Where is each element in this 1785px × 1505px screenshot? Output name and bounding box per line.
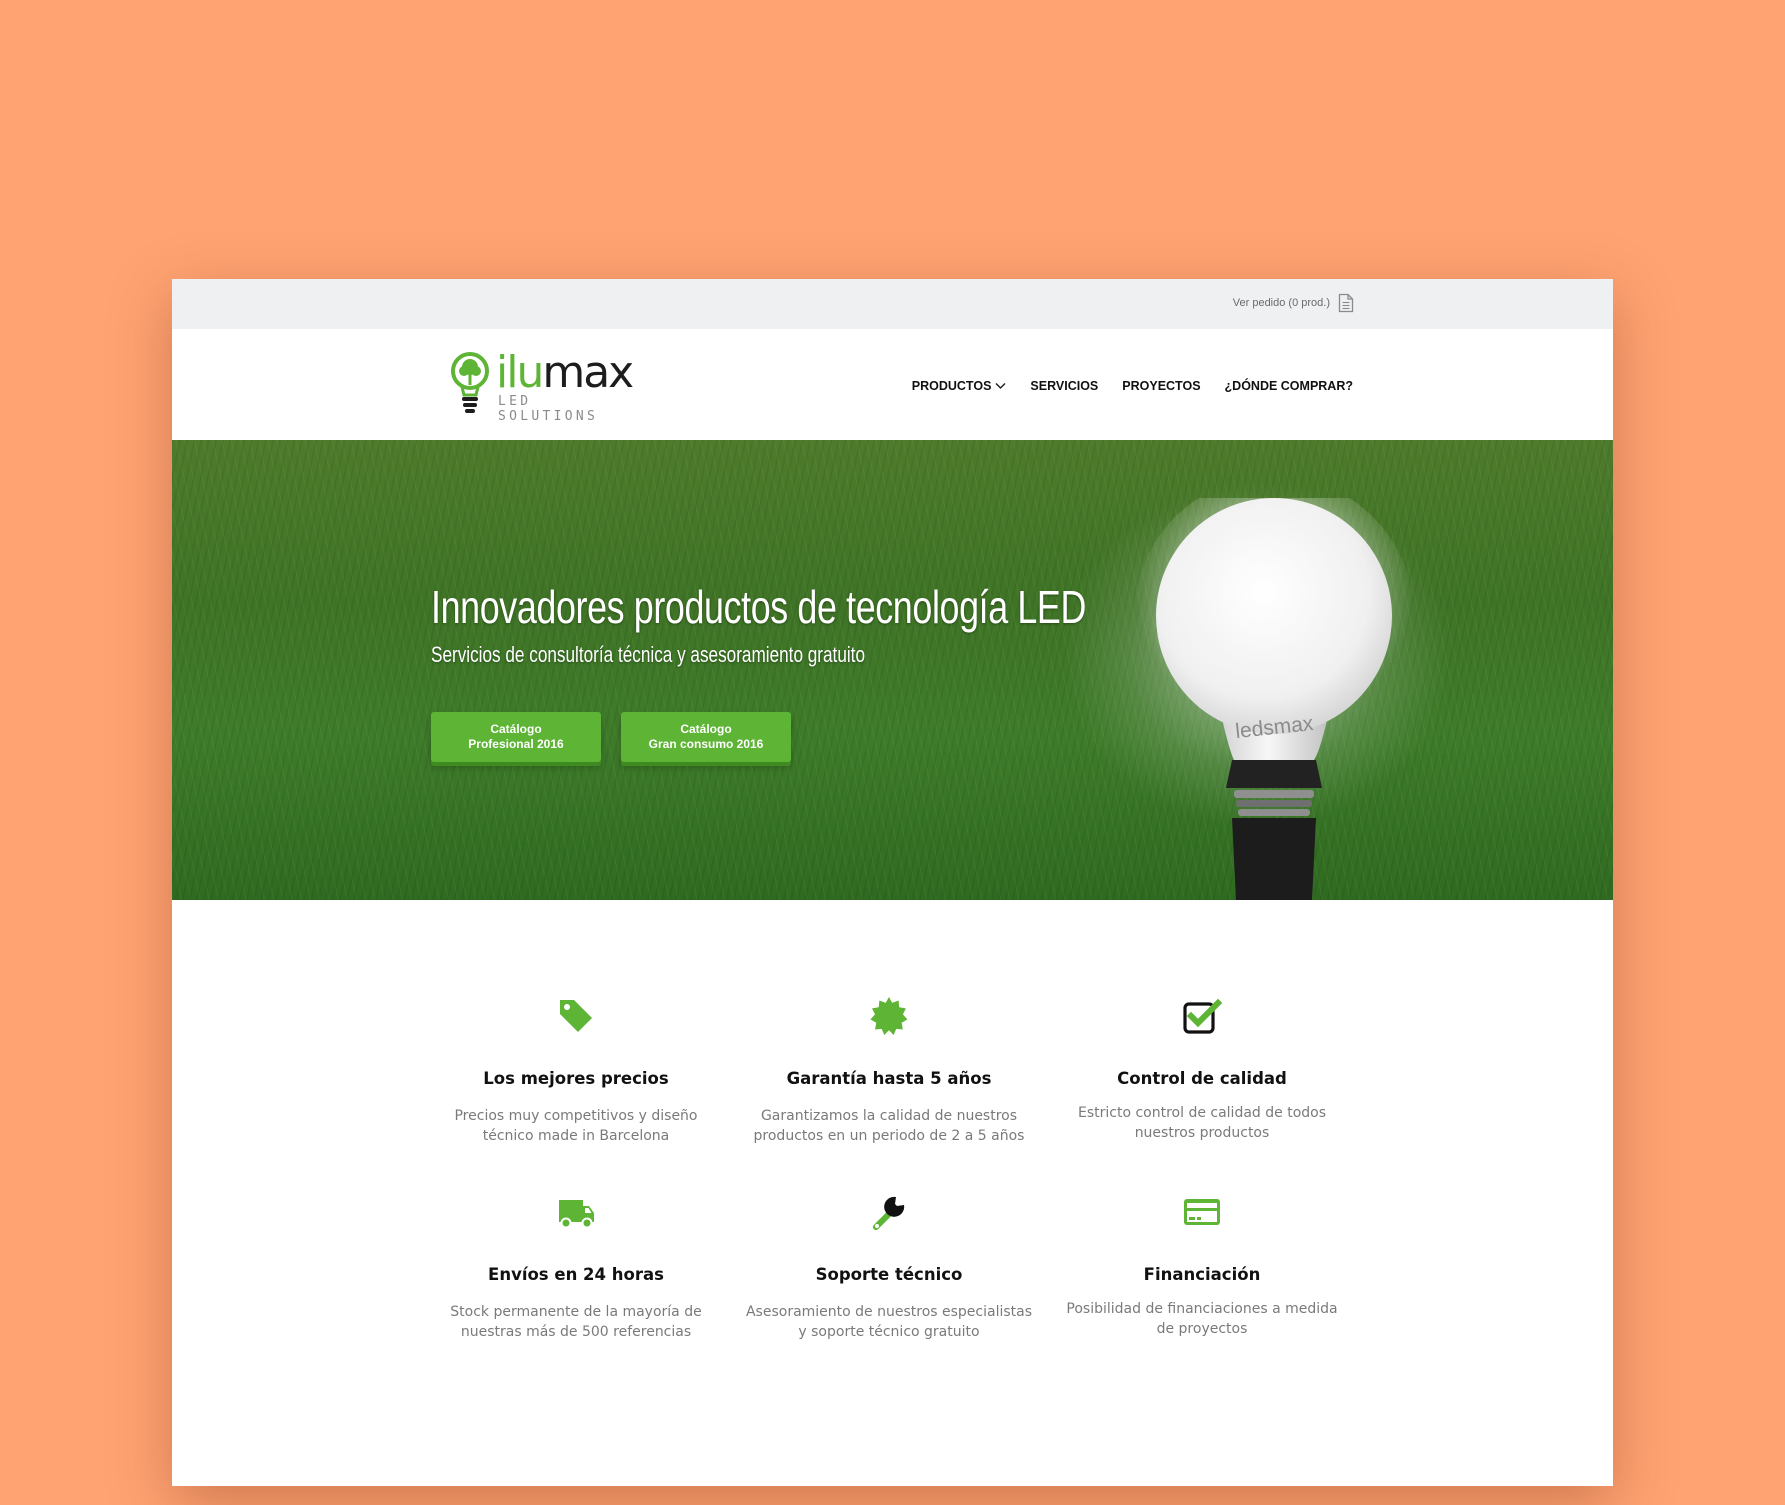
catalog-consumer-button[interactable]: Catálogo Gran consumo 2016 [621, 712, 791, 762]
logo-word-green: ilu [496, 347, 544, 398]
button-line-2: Gran consumo 2016 [648, 737, 764, 751]
feature-technical-support: Soporte técnico Asesoramiento de nuestro… [744, 1192, 1034, 1340]
logo-wordmark: ilumax [496, 347, 634, 398]
feature-text: Stock permanente de la mayoría de nuestr… [450, 1304, 702, 1340]
feature-text: Asesoramiento de nuestros especialistas … [745, 1304, 1033, 1340]
feature-title: Los mejores precios [483, 1069, 669, 1088]
document-icon [1338, 293, 1354, 313]
chevron-down-icon [995, 379, 1006, 393]
logo-word-dark: max [542, 347, 634, 398]
feature-title: Soporte técnico [815, 1265, 963, 1284]
logo-tagline: LED SOLUTIONS [498, 394, 599, 424]
site-header: ilumax LED SOLUTIONS PRODUCTOS SERVICIOS… [172, 329, 1613, 440]
nav-item-donde-comprar[interactable]: ¿DÓNDE COMPRAR? [1225, 379, 1353, 393]
nav-item-label: ¿DÓNDE COMPRAR? [1224, 379, 1353, 393]
feature-shipping: Envíos en 24 horas Stock permanente de l… [431, 1192, 721, 1340]
view-order-link[interactable]: Ver pedido (0 prod.) [1233, 293, 1354, 313]
feature-warranty: Garantía hasta 5 años Garantizamos la ca… [744, 996, 1034, 1144]
feature-text: Posibilidad de financiaciones a medida d… [1066, 1301, 1338, 1337]
button-line-2: Profesional 2016 [468, 737, 564, 751]
feature-text: Precios muy competitivos y diseño técnic… [454, 1108, 698, 1144]
badge-icon [869, 996, 909, 1036]
nav-item-proyectos[interactable]: PROYECTOS [1122, 379, 1200, 393]
nav-item-productos[interactable]: PRODUCTOS [912, 379, 1007, 393]
feature-quality-control: Control de calidad Estricto control de c… [1057, 996, 1347, 1141]
button-line-1: Catálogo [680, 722, 732, 736]
credit-card-icon [1182, 1192, 1222, 1232]
checkbox-icon [1182, 996, 1223, 1036]
wrench-icon [869, 1192, 909, 1232]
hero-banner: Innovadores productos de tecnología LED … [172, 440, 1613, 900]
hero-subtitle: Servicios de consultoría técnica y aseso… [431, 642, 865, 667]
truck-icon [556, 1192, 596, 1232]
nav-item-label: PROYECTOS [1122, 379, 1201, 393]
nav-item-label: PRODUCTOS [911, 379, 992, 393]
feature-title: Control de calidad [1117, 1069, 1287, 1088]
catalog-professional-button[interactable]: Catálogo Profesional 2016 [431, 712, 601, 762]
feature-title: Envíos en 24 horas [488, 1265, 664, 1284]
tag-icon [556, 996, 596, 1036]
nav-item-label: SERVICIOS [1030, 379, 1099, 393]
view-order-label: Ver pedido (0 prod.) [1232, 297, 1330, 309]
feature-title: Financiación [1143, 1265, 1261, 1284]
button-line-1: Catálogo [490, 722, 542, 736]
feature-title: Garantía hasta 5 años [786, 1069, 992, 1088]
browser-page: Ver pedido (0 prod.) ilumax LED SOLUTION… [172, 279, 1613, 1486]
main-nav: PRODUCTOS SERVICIOS PROYECTOS ¿DÓNDE COM… [912, 379, 1353, 393]
feature-best-prices: Los mejores precios Precios muy competit… [431, 996, 721, 1144]
feature-financing: Financiación Posibilidad de financiacion… [1057, 1192, 1347, 1337]
feature-text: Garantizamos la calidad de nuestros prod… [753, 1108, 1025, 1144]
led-bulb-image: ledsmax [1132, 476, 1414, 900]
top-bar: Ver pedido (0 prod.) [172, 279, 1613, 329]
nav-item-servicios[interactable]: SERVICIOS [1030, 379, 1098, 393]
feature-text: Estricto control de calidad de todos nue… [1077, 1105, 1326, 1141]
hero-title: Innovadores productos de tecnología LED [431, 581, 1087, 633]
ilumax-logo[interactable]: ilumax LED SOLUTIONS [450, 347, 640, 424]
